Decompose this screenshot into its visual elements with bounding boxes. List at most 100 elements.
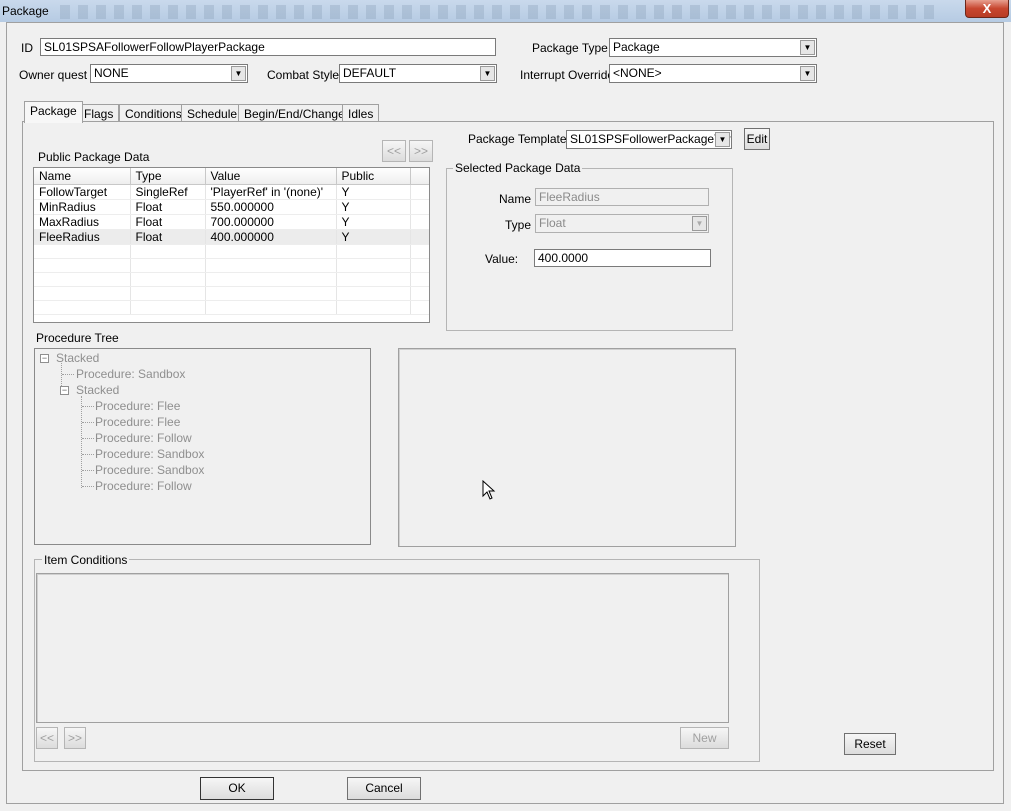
- tree-node[interactable]: Stacked: [56, 351, 99, 365]
- cell-name: MaxRadius: [34, 214, 131, 230]
- tree-connector: [82, 470, 94, 471]
- tree-connector: [81, 396, 82, 488]
- close-button[interactable]: X: [965, 0, 1009, 18]
- conditions-next-button[interactable]: >>: [64, 727, 86, 749]
- edit-template-button[interactable]: Edit: [744, 128, 770, 150]
- owner-quest-value: NONE: [94, 66, 129, 80]
- column-header-value[interactable]: Value: [205, 168, 337, 185]
- id-label: ID: [21, 41, 33, 55]
- name-field[interactable]: FleeRadius: [535, 188, 709, 206]
- cell-type: Float: [130, 199, 206, 215]
- value-label: Value:: [485, 252, 519, 266]
- ok-button[interactable]: OK: [200, 777, 274, 800]
- table-row-empty: [34, 258, 429, 273]
- chevron-down-icon: ▼: [231, 66, 246, 81]
- table-row[interactable]: MinRadius Float 550.000000 Y: [34, 199, 429, 215]
- cell-public: Y: [336, 199, 411, 215]
- package-type-label: Package Type: [532, 41, 608, 55]
- table-row-selected[interactable]: FleeRadius Float 400.000000 Y: [34, 229, 429, 245]
- procedure-tree-label: Procedure Tree: [36, 331, 119, 345]
- tree-node[interactable]: Procedure: Sandbox: [95, 447, 204, 461]
- tree-node[interactable]: Procedure: Follow: [95, 479, 192, 493]
- package-template-label: Package Template: [468, 132, 567, 146]
- type-value: Float: [539, 216, 566, 230]
- reset-button[interactable]: Reset: [844, 733, 896, 755]
- public-package-data-label: Public Package Data: [38, 150, 150, 164]
- tree-node[interactable]: Procedure: Sandbox: [76, 367, 185, 381]
- name-label: Name: [499, 192, 532, 206]
- type-label: Type: [505, 218, 532, 232]
- cell-type: Float: [130, 229, 206, 245]
- collapse-icon[interactable]: −: [60, 386, 69, 395]
- chevron-down-icon: ▼: [480, 66, 495, 81]
- collapse-icon[interactable]: −: [40, 354, 49, 363]
- tree-connector: [62, 374, 74, 375]
- item-conditions-label: Item Conditions: [42, 553, 130, 567]
- value-input[interactable]: 400.0000: [534, 249, 711, 267]
- procedure-tree[interactable]: − Stacked Procedure: Sandbox − Stacked P…: [34, 348, 371, 545]
- cell-public: Y: [336, 229, 411, 245]
- column-header-type[interactable]: Type: [130, 168, 206, 185]
- chevron-down-icon: ▼: [800, 40, 815, 55]
- tree-connector: [82, 438, 94, 439]
- tab-package[interactable]: Package: [24, 101, 83, 123]
- window-title: Package: [2, 4, 49, 18]
- selected-package-data-label: Selected Package Data: [453, 161, 583, 175]
- type-select[interactable]: Float ▼: [535, 214, 709, 233]
- tree-connector: [82, 486, 94, 487]
- cell-value: 'PlayerRef' in '(none)': [205, 184, 337, 200]
- tree-connector: [82, 454, 94, 455]
- cell-public: Y: [336, 184, 411, 200]
- cell-public: Y: [336, 214, 411, 230]
- new-condition-button[interactable]: New: [680, 727, 729, 749]
- interrupt-override-select[interactable]: <NONE> ▼: [609, 64, 817, 83]
- table-row[interactable]: FollowTarget SingleRef 'PlayerRef' in '(…: [34, 184, 429, 200]
- table-header-row: Name Type Value Public: [34, 168, 429, 185]
- column-header-spacer: [410, 168, 429, 185]
- cell-value: 550.000000: [205, 199, 337, 215]
- cell-value: 700.000000: [205, 214, 337, 230]
- cell-name: MinRadius: [34, 199, 131, 215]
- mouse-cursor-icon: [482, 480, 496, 500]
- package-template-value: SL01SPSFollowerPackageTer: [570, 132, 731, 146]
- package-template-select[interactable]: SL01SPSFollowerPackageTer ▼: [566, 130, 732, 149]
- title-bar: Package X: [0, 0, 1011, 22]
- package-type-select[interactable]: Package ▼: [609, 38, 817, 57]
- public-package-data-list[interactable]: Name Type Value Public FollowTarget Sing…: [33, 167, 430, 323]
- id-input[interactable]: SL01SPSAFollowerFollowPlayerPackage: [40, 38, 496, 56]
- cell-type: Float: [130, 214, 206, 230]
- tree-node[interactable]: Procedure: Flee: [95, 415, 180, 429]
- tree-connector: [82, 422, 94, 423]
- item-conditions-list[interactable]: [36, 573, 729, 723]
- owner-quest-label: Owner quest: [19, 68, 88, 82]
- combat-style-select[interactable]: DEFAULT ▼: [339, 64, 497, 83]
- cell-name: FleeRadius: [34, 229, 131, 245]
- cancel-button[interactable]: Cancel: [347, 777, 421, 800]
- tree-connector: [82, 406, 94, 407]
- table-row-empty: [34, 244, 429, 259]
- cell-type: SingleRef: [130, 184, 206, 200]
- public-data-next-button[interactable]: >>: [409, 140, 433, 162]
- column-header-public[interactable]: Public: [336, 168, 411, 185]
- table-row-empty: [34, 300, 429, 315]
- conditions-prev-button[interactable]: <<: [36, 727, 58, 749]
- column-header-name[interactable]: Name: [34, 168, 131, 185]
- public-data-prev-button[interactable]: <<: [382, 140, 406, 162]
- tree-node[interactable]: Procedure: Flee: [95, 399, 180, 413]
- tree-node[interactable]: Stacked: [76, 383, 119, 397]
- combat-style-value: DEFAULT: [343, 66, 397, 80]
- table-row[interactable]: MaxRadius Float 700.000000 Y: [34, 214, 429, 230]
- tree-node[interactable]: Procedure: Follow: [95, 431, 192, 445]
- cell-name: FollowTarget: [34, 184, 131, 200]
- tree-node[interactable]: Procedure: Sandbox: [95, 463, 204, 477]
- interrupt-override-value: <NONE>: [613, 66, 662, 80]
- chevron-down-icon: ▼: [800, 66, 815, 81]
- background-toolbar-blur: [60, 5, 940, 19]
- combat-style-label: Combat Style: [267, 68, 340, 82]
- interrupt-override-label: Interrupt Override: [520, 68, 615, 82]
- cell-value: 400.000000: [205, 229, 337, 245]
- package-type-value: Package: [613, 40, 660, 54]
- table-row-empty: [34, 286, 429, 301]
- chevron-down-icon: ▼: [715, 132, 730, 147]
- owner-quest-select[interactable]: NONE ▼: [90, 64, 248, 83]
